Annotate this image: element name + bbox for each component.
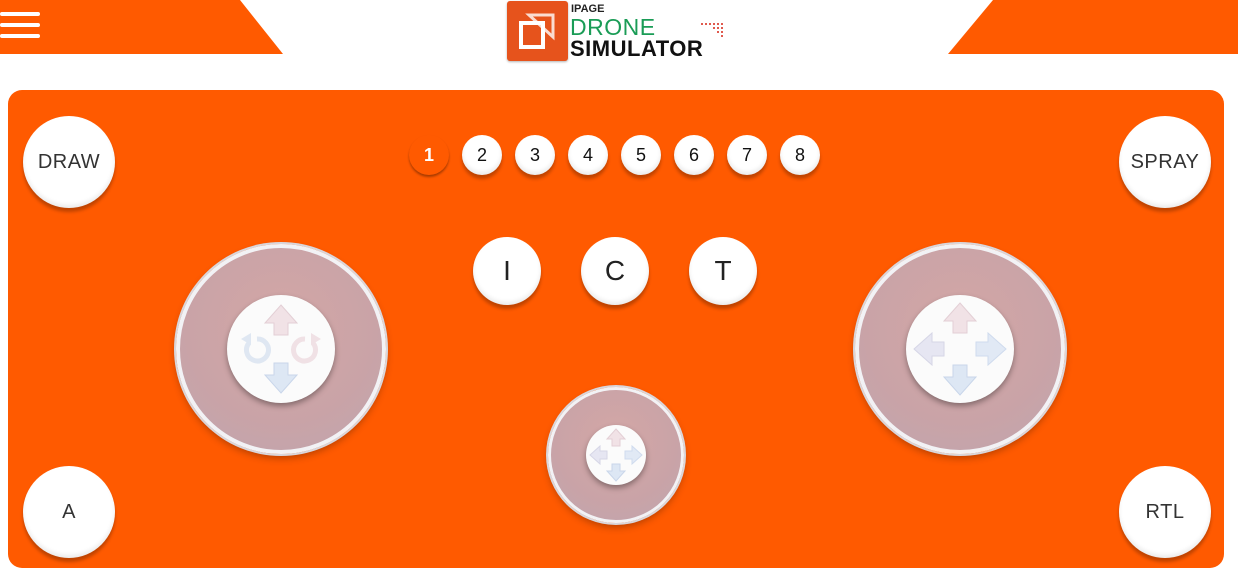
header-right-banner [948, 0, 1238, 54]
mode-i-label: I [503, 255, 511, 286]
mode-c-button[interactable]: C [581, 237, 649, 305]
drone-number-label: 8 [794, 144, 805, 165]
arrow-down-icon [605, 463, 627, 482]
left-joystick-knob[interactable] [227, 295, 335, 403]
drone-select-3[interactable]: 3 [515, 135, 555, 175]
right-joystick-knob[interactable] [906, 295, 1014, 403]
draw-button[interactable]: DRAW [23, 116, 115, 208]
drone-number-label: 7 [741, 144, 752, 165]
mode-i-button[interactable]: I [473, 237, 541, 305]
header-left-banner [0, 0, 283, 54]
hamburger-menu-icon[interactable] [0, 10, 42, 42]
drone-select-1[interactable]: 1 [409, 135, 449, 175]
arrow-left-icon [913, 331, 945, 367]
left-joystick-base[interactable] [176, 244, 386, 454]
logo-simulator-text: SIMULATOR [570, 36, 704, 61]
drone-number-label: 2 [476, 144, 487, 165]
logo-mark-icon [507, 1, 568, 61]
mode-t-button[interactable]: T [689, 237, 757, 305]
drone-select-2[interactable]: 2 [462, 135, 502, 175]
drone-number-label: 6 [688, 144, 699, 165]
arrow-up-icon [942, 302, 978, 334]
drone-number-label: 1 [423, 144, 434, 165]
a-button-label: A [62, 500, 76, 523]
arrow-right-icon [624, 444, 643, 466]
mode-t-label: T [714, 255, 732, 286]
drone-select-8[interactable]: 8 [780, 135, 820, 175]
center-joystick-knob[interactable] [586, 425, 646, 485]
draw-button-label: DRAW [37, 150, 101, 173]
arrow-down-icon [942, 364, 978, 396]
spray-button[interactable]: SPRAY [1119, 116, 1211, 208]
drone-number-label: 3 [529, 144, 540, 165]
drone-select-6[interactable]: 6 [674, 135, 714, 175]
arrow-up-icon [263, 304, 299, 336]
drone-select-7[interactable]: 7 [727, 135, 767, 175]
arrow-up-icon [605, 428, 627, 447]
arrow-left-icon [589, 444, 608, 466]
drone-number-label: 4 [582, 144, 593, 165]
drone-select-5[interactable]: 5 [621, 135, 661, 175]
spray-button-label: SPRAY [1130, 150, 1200, 173]
rtl-button[interactable]: RTL [1119, 466, 1211, 558]
app-logo: IPAGE DRONE SIMULATOR [507, 1, 732, 63]
arrow-right-icon [975, 331, 1007, 367]
center-joystick-base[interactable] [548, 387, 684, 523]
arrow-down-icon [263, 362, 299, 394]
logo-grid-decoration-icon [701, 23, 723, 37]
a-button[interactable]: A [23, 466, 115, 558]
rtl-button-label: RTL [1145, 500, 1185, 523]
drone-select-4[interactable]: 4 [568, 135, 608, 175]
right-joystick-base[interactable] [855, 244, 1065, 454]
drone-number-label: 5 [635, 144, 646, 165]
mode-c-label: C [604, 255, 626, 286]
